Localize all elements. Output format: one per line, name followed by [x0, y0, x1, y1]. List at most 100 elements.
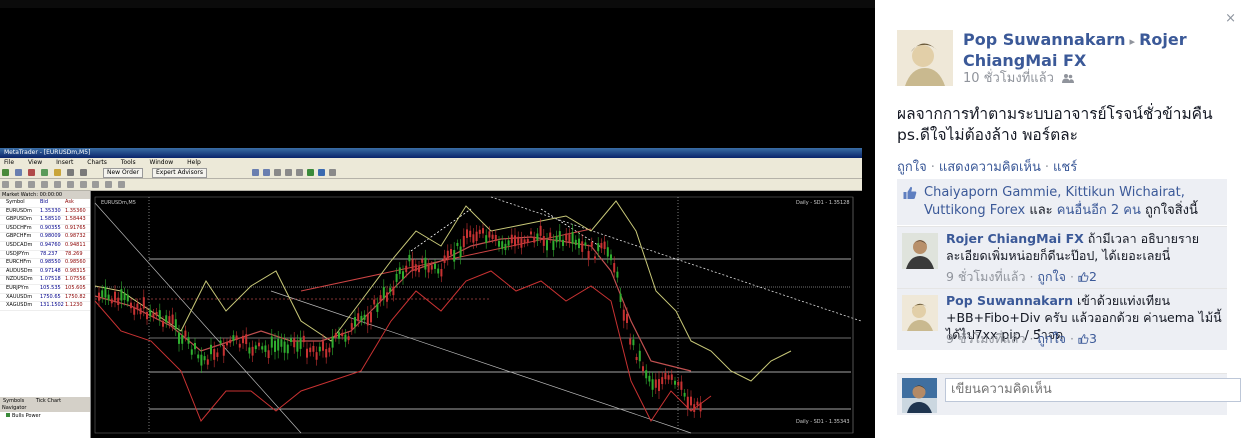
candle-body: [210, 344, 212, 355]
market-watch-row[interactable]: EURUSDm 1.35330 1.35360: [0, 208, 90, 217]
templates-icon: [329, 169, 336, 176]
candle-body: [626, 313, 628, 323]
mt-menu-file: File: [4, 159, 15, 166]
comment-like-link[interactable]: ถูกใจ: [1037, 331, 1066, 346]
candle-body: [546, 240, 548, 251]
terminal-icon: [66, 169, 74, 176]
candle-body: [517, 236, 520, 244]
candle-body: [165, 315, 168, 323]
candle-body: [114, 291, 116, 301]
separator: ·: [1069, 269, 1074, 284]
candle-body: [386, 292, 388, 302]
candle-body: [424, 257, 427, 270]
comment-like-count[interactable]: 2: [1078, 269, 1097, 284]
candle-body: [197, 354, 200, 359]
vertical-line-icon: [27, 181, 35, 188]
col-bid: Bid: [40, 199, 48, 205]
post-time-link[interactable]: 10 ชั่วโมงที่แล้ว: [963, 71, 1054, 86]
candle-body: [149, 309, 152, 317]
market-watch-row[interactable]: XAGUSDm 131.1502 1.1230: [0, 302, 90, 311]
expert-advisors-button: Expert Advisors: [152, 168, 207, 178]
metatrader-screenshot[interactable]: MetaTrader - [EURUSDm,M5] File View Inse…: [0, 148, 862, 438]
chart-info-top: Daily - SD1 - 1.35128: [796, 200, 850, 206]
ask-cell: 0.98560: [65, 259, 86, 266]
candle-body: [238, 343, 241, 348]
close-icon[interactable]: ×: [1225, 12, 1236, 25]
comment-time[interactable]: 9 ชั่วโมงที่แล้ว: [946, 331, 1025, 346]
post-actions: ถูกใจ · แสดงความคิดเห็น · แชร์: [897, 156, 1077, 177]
candle-body: [360, 315, 363, 321]
candle-body: [254, 345, 257, 350]
likers-others-link[interactable]: คนอื่นอีก 2 คน: [1057, 203, 1141, 218]
candle-body: [366, 313, 369, 326]
market-watch-row[interactable]: EURJPYm 105.535 105.605: [0, 285, 90, 294]
candle-body: [312, 345, 315, 352]
candle-body: [421, 259, 424, 263]
bid-cell: 1.35330: [40, 207, 61, 214]
candle-body: [549, 232, 552, 239]
candle-body: [590, 241, 593, 247]
candle-body: [651, 379, 654, 390]
comment-like-count-value: 3: [1088, 331, 1097, 346]
market-watch-row[interactable]: USDJPYm 78.237 78.269: [0, 251, 90, 260]
candle-body: [242, 335, 244, 344]
bid-cell: 0.98550: [40, 259, 61, 266]
market-watch-columns: Symbol Bid Ask: [0, 199, 90, 208]
bid-cell: 0.97148: [40, 267, 61, 274]
zoom-in-icon: [252, 169, 259, 176]
market-watch-row[interactable]: GBPCHFm 0.98009 0.98732: [0, 233, 90, 242]
candle-body: [370, 312, 372, 323]
market-watch-row[interactable]: AUDUSDm 0.97148 0.98315: [0, 268, 90, 277]
candle-body: [555, 235, 558, 243]
candle-body: [168, 316, 171, 324]
comment-time[interactable]: 9 ชั่วโมงที่แล้ว: [946, 269, 1025, 284]
candle-body: [402, 271, 404, 279]
expert-advisors-label: Expert Advisors: [156, 169, 203, 176]
candle-body: [270, 336, 273, 348]
author-avatar[interactable]: [897, 30, 953, 86]
viewer-avatar: [902, 378, 937, 413]
comment-link[interactable]: แสดงความคิดเห็น: [939, 160, 1041, 175]
market-watch-row[interactable]: GBPUSDm 1.58510 1.58443: [0, 216, 90, 225]
candle-body: [418, 266, 420, 273]
price-chart-svg: EURUSDm,M5 Daily - SD1 - 1.35128 Daily -…: [91, 191, 862, 438]
commenter-avatar[interactable]: [902, 295, 938, 331]
share-link[interactable]: แชร์: [1053, 160, 1077, 175]
candle-body: [558, 231, 561, 242]
candle-body: [283, 341, 286, 353]
comment-like-count[interactable]: 3: [1078, 331, 1097, 346]
candle-body: [494, 235, 497, 241]
candle-body: [341, 332, 344, 337]
candle-body: [498, 240, 500, 247]
commenter-name-link[interactable]: Pop Suwannakarn: [946, 293, 1073, 308]
comment-input[interactable]: [945, 378, 1241, 402]
candle-body: [523, 239, 526, 244]
candle-body: [344, 334, 347, 342]
comment-like-link[interactable]: ถูกใจ: [1037, 269, 1066, 284]
candle-body: [434, 263, 436, 269]
like-link[interactable]: ถูกใจ: [897, 160, 927, 175]
candle-body: [152, 313, 155, 318]
candle-body: [162, 320, 164, 327]
market-watch-row[interactable]: XAUUSDm 1750.65 1750.82: [0, 294, 90, 303]
navigator-icon: [53, 169, 61, 176]
candle-body: [450, 249, 452, 255]
data-window-icon: [40, 169, 48, 176]
market-watch-row[interactable]: NZDUSDm 1.07518 1.07556: [0, 276, 90, 285]
commenter-avatar[interactable]: [902, 233, 938, 269]
friends-icon[interactable]: [1062, 73, 1075, 83]
author-name-link[interactable]: Pop Suwannakarn: [963, 30, 1126, 49]
candle-body: [635, 356, 638, 361]
candle-body: [440, 269, 443, 277]
market-watch-row[interactable]: EURCHFm 0.98550 0.98560: [0, 259, 90, 268]
candle-body: [155, 311, 158, 316]
market-watch-row[interactable]: USDCHFm 0.90355 0.91765: [0, 225, 90, 234]
commenter-name-link[interactable]: Rojer ChiangMai FX: [946, 231, 1084, 246]
profiles-icon: [14, 169, 22, 176]
market-watch-row[interactable]: USDCADm 0.94760 0.94811: [0, 242, 90, 251]
separator: ·: [1029, 331, 1034, 346]
candle-body: [414, 264, 417, 272]
candle-body: [642, 366, 644, 372]
candle-body: [610, 254, 612, 261]
symbol-cell: GBPUSDm: [6, 216, 32, 223]
